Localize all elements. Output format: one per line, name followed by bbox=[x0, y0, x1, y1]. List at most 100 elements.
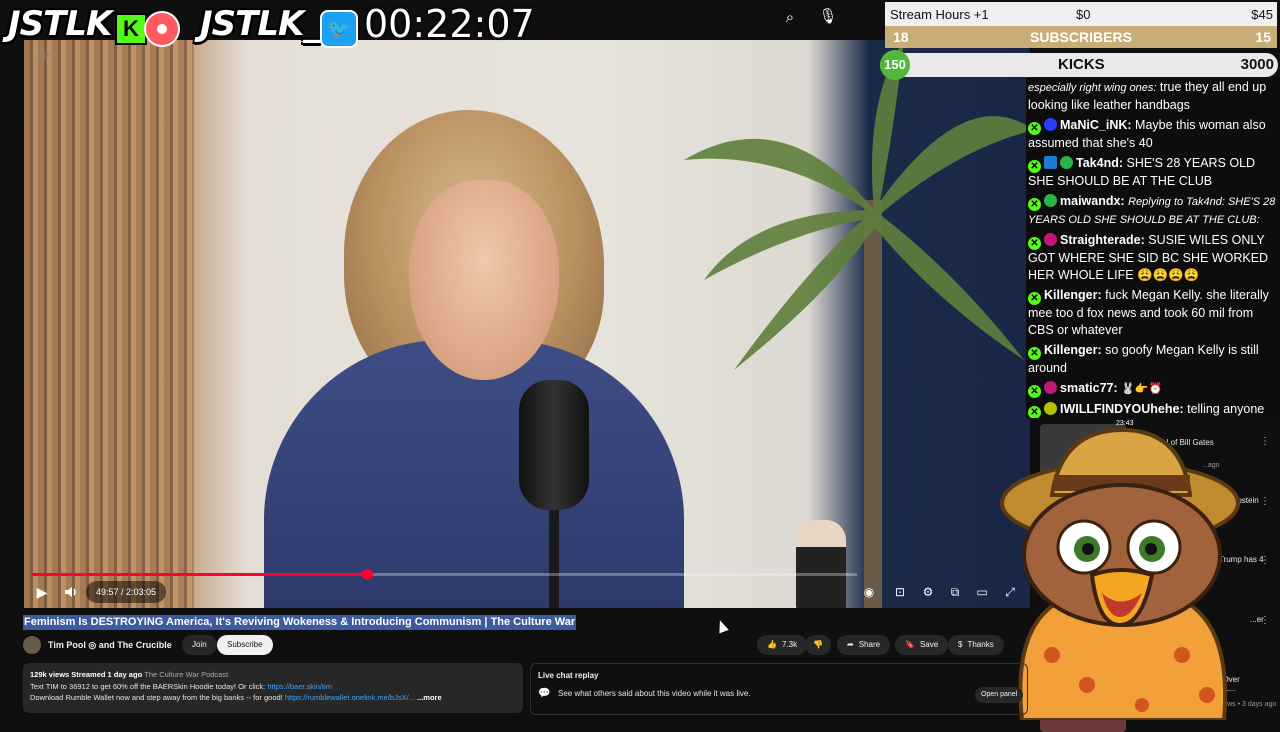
chat-message: ✕ Killenger: fuck Megan Kelly. she litera… bbox=[1026, 286, 1280, 341]
description-link[interactable]: https://baer.skin/tim bbox=[267, 682, 332, 691]
chat-message: ✕ Killenger: so goofy Megan Kelly is stil… bbox=[1026, 341, 1280, 379]
chat-message-partial: especially right wing ones: true they al… bbox=[1026, 78, 1280, 116]
chat-message: ✕ maiwandx: Replying to Tak4nd: SHE'S 28 … bbox=[1026, 192, 1280, 231]
chat-username: Tak4nd: bbox=[1076, 156, 1123, 170]
video-player[interactable]: 1:00 bbox=[24, 40, 1030, 608]
chat-bubble-icon: 💬 bbox=[538, 688, 551, 699]
goal-hours-target: $45 bbox=[1251, 7, 1273, 22]
goal-stream-hours: Stream Hours +1 $0 $45 bbox=[885, 2, 1277, 26]
like-count: 7.3k bbox=[781, 640, 798, 649]
live-chat-text: See what others said about this video wh… bbox=[558, 689, 751, 698]
description-text: Text TIM to 36912 to get 60% off the BAE… bbox=[30, 682, 266, 691]
autoplay-toggle-icon[interactable]: ◉ bbox=[858, 582, 880, 602]
chat-message: ✕ Tak4nd: SHE'S 28 YEARS OLD SHE SHOULD B… bbox=[1026, 154, 1280, 192]
brand-logo-right: JSTLK_ bbox=[200, 4, 320, 44]
thanks-label: Thanks bbox=[967, 640, 994, 649]
join-button[interactable]: Join bbox=[182, 635, 217, 655]
chat-username: maiwandx: bbox=[1060, 194, 1125, 208]
video-mic-stand bbox=[549, 510, 559, 608]
goal-subscribers: 18 SUBSCRIBERS 15 bbox=[885, 26, 1277, 48]
video-stamp: 1:00 bbox=[36, 50, 54, 60]
subtitles-icon[interactable]: ⊡ bbox=[889, 582, 911, 602]
video-person-body bbox=[264, 340, 684, 608]
mouse-cursor-icon bbox=[715, 618, 729, 634]
kick-badge-icon: ✕ bbox=[1028, 292, 1041, 305]
chat-username: smatic77: bbox=[1060, 381, 1118, 395]
description-link[interactable]: https://rumblewallet.onelink.me/bJsX/... bbox=[285, 693, 415, 702]
time-display: 49:57 / 2:03:05 bbox=[86, 581, 167, 603]
volume-icon[interactable] bbox=[59, 580, 83, 604]
settings-gear-icon[interactable]: ⚙ bbox=[917, 582, 939, 602]
goal-subs-current: 18 bbox=[893, 29, 909, 45]
miniplayer-icon[interactable]: ⧉ bbox=[944, 582, 966, 602]
more-options-icon[interactable]: ⋮ bbox=[1260, 436, 1270, 447]
kicks-current: 150 bbox=[880, 50, 910, 80]
user-avatar-dot bbox=[1044, 233, 1057, 246]
record-icon bbox=[144, 11, 180, 47]
more-options-icon[interactable]: ⋮ bbox=[1260, 555, 1270, 566]
save-label: Save bbox=[919, 640, 939, 649]
user-avatar-dot bbox=[1044, 402, 1057, 415]
chat-message: ✕ MaNiC_iNK: Maybe this woman also assume… bbox=[1026, 116, 1280, 154]
like-button[interactable]: 👍 7.3k bbox=[757, 635, 808, 655]
progress-fill bbox=[32, 573, 367, 576]
kicks-target: 3000 bbox=[1240, 56, 1274, 73]
goal-hours-label: Stream Hours +1 bbox=[890, 7, 989, 22]
thanks-button[interactable]: $ Thanks bbox=[948, 635, 1004, 655]
bird-mascot-icon bbox=[1000, 427, 1240, 720]
live-chat-replay: Live chat replay 💬 See what others said … bbox=[530, 663, 1028, 715]
share-button[interactable]: ➦ Share bbox=[837, 635, 891, 655]
user-avatar-dot bbox=[1044, 194, 1057, 207]
user-avatar-dot bbox=[1044, 381, 1057, 394]
goal-hours-current: $0 bbox=[1076, 7, 1091, 22]
kicks-label: KICKS bbox=[1058, 56, 1105, 73]
play-icon[interactable]: ▶ bbox=[30, 580, 54, 604]
save-icon: 🔖 bbox=[905, 640, 915, 649]
kick-badge-icon: ✕ bbox=[1028, 385, 1041, 398]
description-line-2: Download Rumble Wallet now and step away… bbox=[30, 693, 442, 702]
description-line-1: Text TIM to 36912 to get 60% off the BAE… bbox=[30, 682, 332, 691]
brand-logo-left: JSTLK bbox=[8, 4, 112, 44]
save-button[interactable]: 🔖 Save bbox=[895, 635, 949, 655]
user-avatar-dot bbox=[1060, 156, 1073, 169]
chat-text: 🐰👉⏰ bbox=[1121, 383, 1163, 395]
kick-logo-icon: K bbox=[115, 13, 147, 45]
show-more-link[interactable]: ...more bbox=[417, 693, 442, 702]
dislike-button[interactable]: 👎 bbox=[805, 635, 831, 655]
chat-username: MaNiC_iNK: bbox=[1060, 118, 1132, 132]
more-options-icon[interactable]: ⋮ bbox=[1260, 615, 1270, 626]
video-figurine bbox=[796, 520, 846, 608]
more-options-icon[interactable]: ⋮ bbox=[1260, 496, 1270, 507]
video-wood-slats bbox=[24, 40, 194, 608]
stream-timer: 00:22:07 bbox=[364, 2, 535, 46]
dislike-icon: 👎 bbox=[813, 640, 823, 649]
progress-scrubber[interactable] bbox=[362, 569, 373, 580]
cast-icon[interactable]: ▭ bbox=[971, 582, 993, 602]
kick-badge-icon: ✕ bbox=[1028, 160, 1041, 173]
kick-badge-icon: ✕ bbox=[1028, 406, 1041, 418]
description-text: Download Rumble Wallet now and step away… bbox=[30, 693, 283, 702]
voice-search-icon[interactable]: 🎙 bbox=[816, 4, 840, 30]
live-chat-title: Live chat replay bbox=[538, 671, 599, 680]
chat-panel: especially right wing ones: true they al… bbox=[1026, 78, 1280, 418]
video-person-face bbox=[409, 180, 559, 380]
share-icon: ➦ bbox=[847, 640, 854, 649]
search-icon[interactable]: ⌕ bbox=[778, 6, 802, 30]
channel-name[interactable]: Tim Pool ◎ and The Crucible bbox=[48, 640, 172, 651]
video-palm-tree bbox=[684, 40, 1030, 608]
description-box[interactable]: 129k views Streamed 1 day ago The Cultur… bbox=[23, 663, 523, 713]
podcast-tag[interactable]: The Culture War Podcast bbox=[144, 670, 228, 679]
video-microphone bbox=[519, 380, 589, 510]
chat-username: Killenger: bbox=[1044, 343, 1102, 357]
chat-username: Straighterade: bbox=[1060, 233, 1145, 247]
open-panel-button[interactable]: Open panel bbox=[975, 687, 1024, 703]
subscribe-button[interactable]: Subscribe bbox=[217, 635, 273, 655]
share-label: Share bbox=[858, 640, 881, 649]
chat-message: ✕ Straighterade: SUSIE WILES ONLY GOT WHE… bbox=[1026, 231, 1280, 286]
channel-avatar[interactable] bbox=[23, 636, 41, 654]
chat-message: ✕IWILLFINDYOUhehe: telling anyone to act… bbox=[1026, 400, 1280, 418]
chat-username: IWILLFINDYOUhehe: bbox=[1060, 402, 1184, 416]
chat-message: ✕ smatic77: 🐰👉⏰ bbox=[1026, 379, 1280, 400]
kick-badge-icon: ✕ bbox=[1028, 237, 1041, 250]
thanks-icon: $ bbox=[958, 640, 963, 649]
